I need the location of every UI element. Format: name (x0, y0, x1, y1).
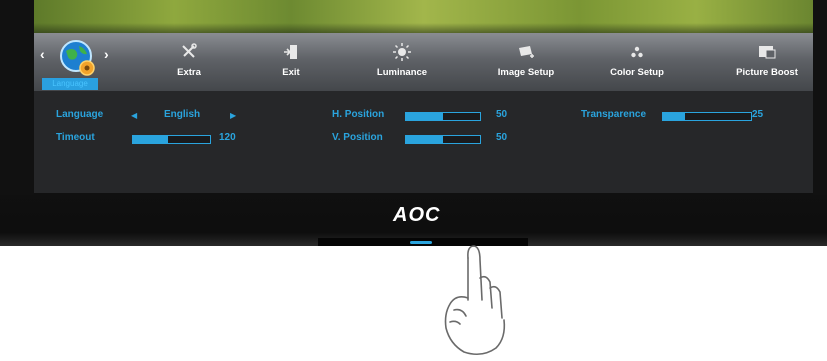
monitor-screen: ‹ › Language Extra Exit Luminance Image … (34, 0, 813, 193)
v-position-label: V. Position (332, 132, 383, 143)
desktop-wallpaper (34, 0, 813, 33)
language-prev-arrow-icon[interactable]: ◀ (131, 111, 137, 120)
bezel-left (0, 0, 34, 195)
image-setup-icon (519, 46, 534, 58)
brand-logo: AOC (393, 204, 441, 226)
menu-item-label: Picture Boost (736, 67, 798, 78)
h-position-slider[interactable] (405, 112, 481, 121)
menu-item-label: Luminance (376, 67, 428, 78)
transparence-slider[interactable] (662, 112, 752, 121)
h-position-value: 50 (496, 109, 508, 120)
bezel-right (813, 0, 827, 195)
h-position-label: H. Position (332, 109, 385, 120)
v-position-slider-fill (406, 136, 443, 143)
menu-item-luminance[interactable]: Luminance (370, 33, 434, 91)
menu-next-arrow-icon[interactable]: › (104, 46, 109, 62)
menu-prev-arrow-icon[interactable]: ‹ (40, 46, 45, 62)
osd-settings-panel: Language ◀ English ▶ Timeout 120 H. Posi… (34, 91, 813, 193)
osd-menu-bar: ‹ › Language Extra Exit Luminance Image … (34, 33, 813, 91)
selected-menu-label: Language (42, 78, 98, 90)
pointing-hand-icon (444, 245, 506, 356)
menu-item-label: Extra (177, 67, 201, 78)
language-value[interactable]: English (164, 109, 200, 120)
menu-item-exit[interactable]: Exit (266, 33, 316, 91)
h-position-slider-fill (406, 113, 443, 120)
menu-item-picture-boost[interactable]: Picture Boost (727, 33, 807, 91)
timeout-slider-fill (133, 136, 168, 143)
v-position-value: 50 (496, 132, 508, 143)
transparence-slider-fill (663, 113, 685, 120)
timeout-value: 120 (219, 132, 236, 143)
color-dots-icon (631, 46, 643, 58)
exit-icon (284, 45, 297, 59)
transparence-label: Transparence (581, 109, 647, 120)
sun-icon (393, 43, 411, 61)
language-next-arrow-icon[interactable]: ▶ (230, 111, 236, 120)
menu-item-label: Color Setup (610, 67, 664, 78)
menu-item-color-setup[interactable]: Color Setup (599, 33, 675, 91)
menu-item-image-setup[interactable]: Image Setup (486, 33, 566, 91)
menu-item-label: Image Setup (497, 67, 555, 78)
v-position-slider[interactable] (405, 135, 481, 144)
tools-icon (182, 43, 197, 58)
menu-item-label: Exit (282, 67, 300, 78)
menu-item-extra[interactable]: Extra (164, 33, 214, 91)
timeout-label: Timeout (56, 132, 95, 143)
picture-boost-icon (759, 46, 776, 59)
transparence-value: 25 (752, 109, 764, 120)
globe-settings-icon[interactable] (56, 37, 98, 79)
language-label: Language (56, 109, 104, 120)
timeout-slider[interactable] (132, 135, 211, 144)
